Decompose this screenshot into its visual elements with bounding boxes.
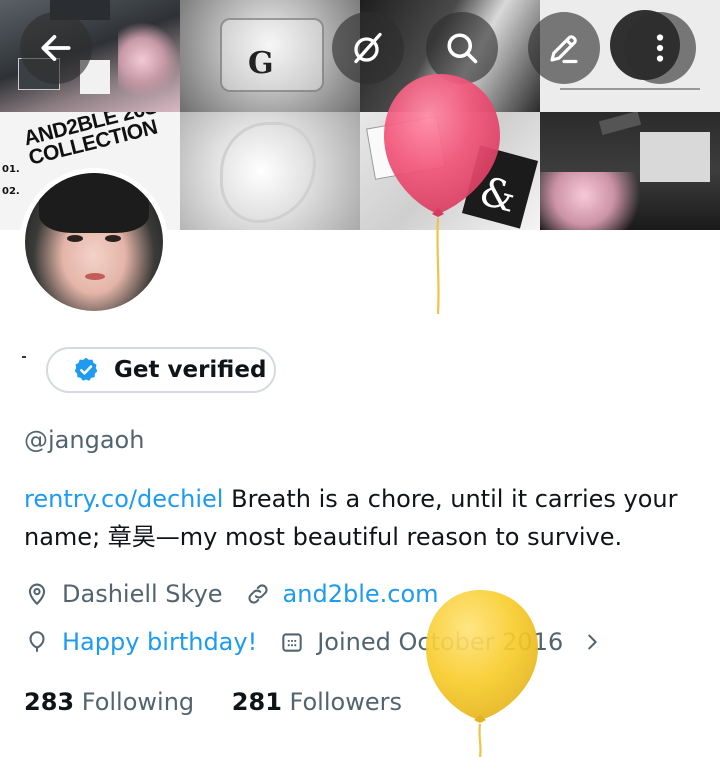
banner-tile-num-1: 01. <box>2 164 20 175</box>
location-pin-icon <box>28 583 46 606</box>
get-verified-button[interactable]: Get verified <box>46 347 276 393</box>
calendar-icon <box>282 633 302 652</box>
chevron-right-icon <box>588 634 597 650</box>
banner-tile-num-2: 02. <box>2 186 20 197</box>
link-icon <box>248 584 268 604</box>
followers-count: 281 <box>231 688 282 716</box>
more-icon <box>656 34 664 62</box>
verified-badge-icon <box>74 357 98 381</box>
follow-stats: 283 Following 281 Followers <box>24 688 402 716</box>
red-balloon <box>384 74 500 315</box>
balloon-icon <box>29 631 45 652</box>
following-label: Following <box>81 688 195 716</box>
profile-birthday: Happy birthday! <box>62 628 258 656</box>
more-button[interactable] <box>624 12 696 84</box>
grok-icon <box>354 32 382 64</box>
small-dot <box>22 356 26 358</box>
edit-button[interactable] <box>528 12 600 84</box>
edit-icon <box>550 35 578 64</box>
avatar[interactable] <box>20 168 168 316</box>
yellow-balloon <box>426 590 538 757</box>
following-count: 283 <box>24 688 75 716</box>
back-icon <box>41 35 71 61</box>
back-button[interactable] <box>20 12 92 84</box>
profile-handle: @jangaoh <box>24 426 145 454</box>
search-icon <box>447 33 478 64</box>
avatar-photo <box>25 173 163 311</box>
following-stat[interactable]: 283 Following <box>24 688 194 716</box>
bio-link[interactable]: rentry.co/dechiel <box>24 485 223 513</box>
followers-stat[interactable]: 281 Followers <box>232 688 402 716</box>
profile-meta-row-1: Dashiell Skye and2ble.com <box>24 580 439 608</box>
followers-label: Followers <box>289 688 402 716</box>
profile-location: Dashiell Skye <box>62 580 223 608</box>
profile-website-link[interactable]: and2ble.com <box>283 580 439 608</box>
banner-poster-text: AND2BLE 26SS COLLECTION <box>21 112 174 170</box>
get-verified-label: Get verified <box>114 357 267 383</box>
banner-photo-feathers <box>180 112 360 230</box>
banner-photo-night-street <box>540 112 720 230</box>
profile-bio: rentry.co/dechiel Breath is a chore, unt… <box>24 480 714 556</box>
